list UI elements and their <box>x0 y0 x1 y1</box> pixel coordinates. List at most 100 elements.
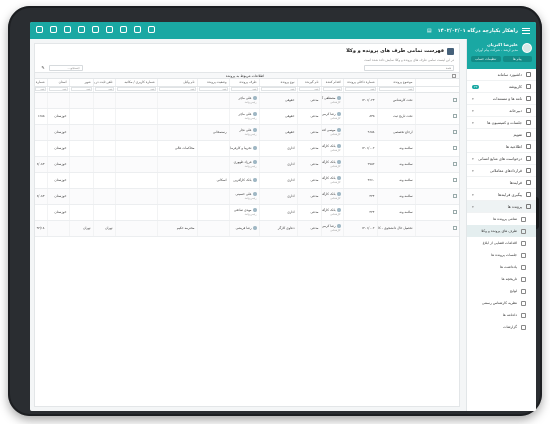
column-header[interactable]: شهر <box>68 79 93 87</box>
layout-icon[interactable]: ▤ <box>427 28 432 34</box>
table-row[interactable]: تحت کارشناس ۱۴۰۱/۰۲۳ مصطفی آرا کارشناس مدعی ح… <box>35 92 459 109</box>
sidebar-subitem[interactable]: تمامی پرونده ها <box>467 213 536 225</box>
column-header[interactable]: اقدام کننده <box>320 79 343 87</box>
grid-toggle-icon[interactable] <box>452 73 456 78</box>
column-filter-input[interactable]: همه <box>298 87 320 91</box>
chevron-down-icon[interactable]: ▾ <box>472 193 474 197</box>
user-icon[interactable] <box>148 26 155 33</box>
sidebar-item[interactable]: قراردادهای معاملاتی ▾ <box>467 165 536 177</box>
row-checkbox[interactable] <box>453 114 457 118</box>
avatar[interactable] <box>522 43 532 53</box>
column-filter-input[interactable]: همه <box>116 87 156 91</box>
row-checkbox[interactable] <box>453 146 457 150</box>
column-header[interactable]: تلفن ثابت در پرونده <box>92 79 115 87</box>
sidebar-subitem[interactable]: نظریه کارشناس رسمی <box>467 297 536 309</box>
account-settings-button[interactable]: تنظیمات حساب <box>471 56 501 62</box>
column-filter-input[interactable]: همه <box>35 87 46 91</box>
row-checkbox[interactable] <box>453 178 457 182</box>
column-filter-input[interactable]: همه <box>260 87 296 91</box>
row-checkbox[interactable] <box>453 194 457 198</box>
column-filter-input[interactable]: همه <box>48 87 68 91</box>
cell-party: علی حسینی <box>235 192 252 196</box>
column-header[interactable]: نوع پرونده <box>258 79 297 87</box>
sidebar-item[interactable]: تقویم <box>467 129 536 141</box>
calendar-icon[interactable] <box>120 26 127 33</box>
row-checkbox[interactable] <box>453 162 457 166</box>
cell-province: خوزستان <box>54 210 67 214</box>
column-filter-input[interactable]: همه <box>378 87 414 91</box>
sidebar-subitem-label: دادنامه ها <box>502 313 517 317</box>
sidebar-subitem-label: طرف های پرونده و وکلا <box>481 229 517 233</box>
sidebar-item[interactable]: کارپوشه ۲۳ <box>467 81 536 93</box>
eye-icon[interactable] <box>78 26 85 33</box>
sidebar-item[interactable]: فرایندها <box>467 177 536 189</box>
power-icon[interactable] <box>36 26 43 33</box>
cell-party: بانک کارآفرین <box>233 178 252 182</box>
column-filter-input[interactable]: همه <box>94 87 114 91</box>
table-row[interactable]: سلامه ونه۴۴۴بانک کارآفرینکارشناسمدعیادار… <box>35 188 459 205</box>
column-header[interactable]: نام وکیل <box>156 79 197 87</box>
sidebar-subitem[interactable]: گزارشات <box>467 321 536 333</box>
column-header[interactable]: استان <box>46 79 69 87</box>
column-header[interactable]: شماره داخلی پرونده <box>342 79 377 87</box>
menu-icon[interactable] <box>522 27 530 34</box>
table-row[interactable]: تحصیل حال دانشجوی - کارشناسی ارشد۱۴۰۱/۰۰… <box>35 220 459 237</box>
cell-internal: ۲۷۵۲ <box>367 162 375 166</box>
column-filter-input[interactable]: همه <box>158 87 196 91</box>
sidebar-subitem[interactable]: جلسات پرونده ها <box>467 249 536 261</box>
table-row[interactable]: سلامه ونه۱۴۰۱/۰۰۲بانک کارآفرینکارشناسمدع… <box>35 140 459 157</box>
row-checkbox[interactable] <box>453 226 457 230</box>
table-row[interactable]: سلامه ونه۲۷۵۲بانک کارآفرینکارشناسمدعیادا… <box>35 156 459 173</box>
column-header[interactable]: موضوع پرونده <box>376 79 415 87</box>
filter-select[interactable]: همه <box>364 64 454 71</box>
sidebar-subitem[interactable]: دادنامه ها <box>467 309 536 321</box>
sidebar-item[interactable]: نامه ها و مستندات ▾ <box>467 93 536 105</box>
sidebar-item[interactable]: اطلاعیه ها <box>467 141 536 153</box>
chat-icon[interactable] <box>106 26 113 33</box>
sidebar-item[interactable]: دبیرخانه ▾ <box>467 105 536 117</box>
chevron-down-icon[interactable]: ▾ <box>472 97 474 101</box>
sidebar-subitem[interactable]: تاریخچه ها <box>467 273 536 285</box>
row-checkbox[interactable] <box>453 130 457 134</box>
sidebar-subitem[interactable]: اقدامات قضایی از ابلاغ <box>467 237 536 249</box>
inbox-button[interactable]: پیام ها <box>502 56 532 62</box>
column-header[interactable]: وضعیت پرونده <box>196 79 229 87</box>
column-filter-input[interactable]: همه <box>344 87 376 91</box>
session-icon <box>521 252 526 258</box>
table-cell: حقوقی <box>258 124 297 141</box>
sidebar-subitem[interactable]: یادداشت ها <box>467 261 536 273</box>
file-icon[interactable] <box>92 26 99 33</box>
table-row[interactable]: سلامه ونه۳۶۶۰بانک کارآفرینکارشناسمدعیادا… <box>35 172 459 189</box>
sidebar-item[interactable]: داشبورد سامانه <box>467 69 536 81</box>
column-header[interactable]: شماره کاربری / مکاتبه <box>114 79 157 87</box>
sidebar-item[interactable]: پرونده ها ▾ <box>467 201 536 213</box>
chevron-down-icon[interactable]: ▾ <box>472 169 474 173</box>
chevron-down-icon[interactable]: ▾ <box>472 121 474 125</box>
sidebar-subitem[interactable]: طرف های پرونده و وکلا <box>467 225 536 237</box>
column-filter-input[interactable]: همه <box>322 87 342 91</box>
column-header[interactable]: نام گیرنده <box>296 79 321 87</box>
chevron-down-icon[interactable]: ▾ <box>472 109 474 113</box>
table-row[interactable]: ارجاع تخصصی۹۶۵۸موسی افتخارکارشناسمدعیحقو… <box>35 124 459 141</box>
row-checkbox[interactable] <box>453 210 457 214</box>
sidebar-item[interactable]: جلسات و کمیسیون ها ▾ <box>467 117 536 129</box>
table-row[interactable]: سلامه ونه۴۴۴بانک کارآفرینکارشناسمدعیادار… <box>35 204 459 221</box>
search-input[interactable]: جستجو... <box>49 64 83 71</box>
grid-icon[interactable] <box>64 26 71 33</box>
column-header[interactable]: طرف پرونده <box>228 79 259 87</box>
bell-icon[interactable] <box>134 26 141 33</box>
select-all-checkbox[interactable] <box>414 79 459 87</box>
sidebar-item[interactable]: درخواست های منابع انسانی ▾ <box>467 153 536 165</box>
table-row[interactable]: تحت تاریخ ثبت ۸۳۵ رضا کرمی کارشناس مدعی حقوقی… <box>35 108 459 125</box>
chevron-down-icon[interactable]: ▾ <box>472 205 474 209</box>
row-checkbox[interactable] <box>453 98 457 102</box>
column-filter-input[interactable]: همه <box>198 87 228 91</box>
chevron-down-icon[interactable]: ▾ <box>472 157 474 161</box>
gear-icon[interactable] <box>50 26 57 33</box>
pin-icon[interactable]: ✎ <box>40 65 46 70</box>
column-header[interactable]: شماره <box>35 79 47 87</box>
column-filter-input[interactable]: همه <box>70 87 92 91</box>
column-filter-input[interactable]: همه <box>230 87 258 91</box>
sidebar-item[interactable]: پیگیری فرایندها ▾ <box>467 189 536 201</box>
sidebar-subitem[interactable]: لوایح <box>467 285 536 297</box>
